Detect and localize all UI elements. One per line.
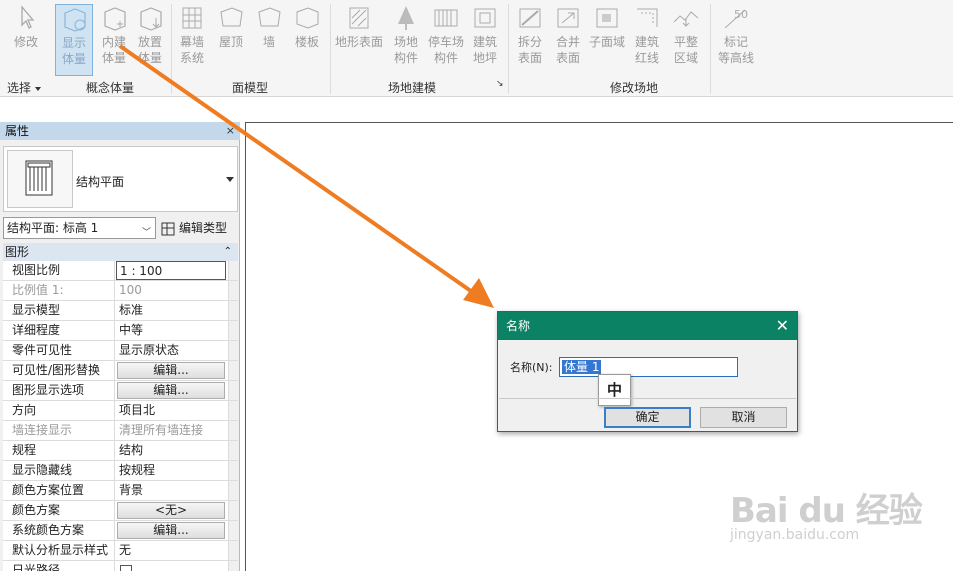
chevron-down-icon[interactable] (226, 177, 234, 182)
modify-button[interactable]: 修改 (4, 4, 48, 50)
ribbon-separator (710, 4, 711, 94)
site-component-button[interactable]: 场地 构件 (387, 4, 425, 66)
property-line-icon (637, 8, 658, 27)
table-row: 图形显示选项 编辑... (3, 381, 238, 401)
merge-surfaces-icon (557, 8, 579, 28)
table-row: 零件可见性 显示原状态 (3, 341, 238, 361)
name-dialog: 名称 ✕ 名称(N): 体量 1 中 确定 取消 (497, 311, 798, 432)
type-selector[interactable]: 结构平面 (3, 146, 238, 212)
property-line-button[interactable]: 建筑 红线 (628, 4, 666, 66)
system-color-scheme-edit-button[interactable]: 编辑... (117, 522, 225, 539)
graded-region-icon (673, 11, 699, 27)
name-input[interactable]: 体量 1 (559, 357, 738, 377)
baidu-watermark: Bai du 经验 jingyan.baidu.com (730, 483, 923, 543)
color-scheme-button[interactable]: <无> (117, 502, 225, 519)
inplace-mass-button[interactable]: 内建 体量 (95, 4, 133, 66)
vg-overrides-edit-button[interactable]: 编辑... (117, 362, 225, 379)
table-row: 颜色方案位置 背景 (3, 481, 238, 501)
table-row: 视图比例 1 : 100 (3, 261, 238, 281)
dialog-title: 名称 (506, 319, 531, 333)
dialog-title-bar: 名称 ✕ (498, 312, 797, 340)
properties-title-bar: 属性 × (0, 122, 240, 140)
wall-icon (258, 7, 281, 27)
dialog-divider (499, 398, 796, 399)
table-row: 比例值 1: 100 (3, 281, 238, 301)
merge-surfaces-button[interactable]: 合并 表面 (549, 4, 587, 66)
label-contours-icon: 50 (724, 8, 748, 29)
properties-table: 视图比例 1 : 100 比例值 1: 100 显示模型 标准 详细程度 中等 … (3, 261, 238, 571)
group-massing-site-label: 场地建模 (388, 81, 437, 95)
table-row: 详细程度 中等 (3, 321, 238, 341)
group-modify-site-label: 修改场地 (610, 81, 659, 95)
show-mass-icon (64, 8, 86, 32)
subregion-icon (596, 8, 618, 28)
split-surface-button[interactable]: 拆分 表面 (511, 4, 549, 66)
cursor-icon (21, 5, 35, 29)
close-icon[interactable]: ✕ (776, 312, 789, 340)
inplace-mass-icon (104, 7, 126, 31)
sun-path-checkbox[interactable] (120, 565, 132, 571)
view-instance-select[interactable]: 结构平面: 标高 1 ﹀ (3, 217, 156, 239)
table-row: 可见性/图形替换 编辑... (3, 361, 238, 381)
group-model-by-face-label: 面模型 (232, 81, 269, 95)
properties-title: 属性 (5, 124, 30, 138)
curtain-system-button[interactable]: 幕墙 系统 (173, 4, 211, 66)
roof-button[interactable]: 屋顶 (212, 4, 250, 50)
ime-indicator[interactable]: 中 (598, 374, 631, 406)
ribbon-separator (171, 4, 172, 94)
table-row: 日光路径 (3, 561, 238, 571)
structural-plan-icon (7, 150, 73, 208)
ribbon: 修改 显示 体量 内建 体量 放置 体量 幕墙 系统 屋顶 墙 楼板 地形表面 … (0, 0, 953, 97)
label-contours-button[interactable]: 50 标记 等高线 (714, 4, 758, 66)
group-select-label[interactable]: 选择 (7, 79, 42, 96)
place-mass-icon (140, 7, 162, 31)
curtain-system-icon (182, 7, 202, 29)
properties-panel: 属性 × 结构平面 结构平面: 标高 1 ﹀ 编辑类型 图形 ⌃ 视图比例 1 … (0, 122, 240, 571)
parking-icon (434, 9, 458, 27)
table-row: 系统颜色方案 编辑... (3, 521, 238, 541)
watermark-logo: Bai du 经验 (730, 491, 923, 531)
roof-icon (220, 7, 243, 27)
ribbon-separator (330, 4, 331, 94)
table-row: 默认分析显示样式 无 (3, 541, 238, 561)
ok-button[interactable]: 确定 (604, 407, 691, 428)
subregion-button[interactable]: 子面域 (587, 4, 627, 50)
name-label: 名称(N): (510, 361, 553, 374)
section-graphics-header[interactable]: 图形 ⌃ (3, 243, 238, 261)
floor-button[interactable]: 楼板 (288, 4, 326, 50)
graded-region-button[interactable]: 平整 区域 (667, 4, 705, 66)
parking-component-button[interactable]: 停车场 构件 (425, 4, 467, 66)
place-mass-button[interactable]: 放置 体量 (131, 4, 169, 66)
toposurface-icon (349, 7, 369, 29)
table-row: 颜色方案 <无> (3, 501, 238, 521)
table-row: 方向 项目北 (3, 401, 238, 421)
watermark-url: jingyan.baidu.com (730, 527, 860, 543)
edit-type-button[interactable]: 编辑类型 (160, 217, 227, 239)
split-surface-icon (519, 8, 541, 28)
show-mass-button[interactable]: 显示 体量 (55, 4, 93, 76)
wall-button[interactable]: 墙 (250, 4, 288, 50)
table-row: 规程 结构 (3, 441, 238, 461)
table-row: 显示隐藏线 按规程 (3, 461, 238, 481)
dialog-launcher-icon[interactable]: ↘ (496, 79, 504, 89)
table-row: 显示模型 标准 (3, 301, 238, 321)
floor-icon (296, 7, 319, 29)
svg-text:50: 50 (734, 8, 748, 21)
close-icon[interactable]: × (226, 122, 235, 140)
toposurface-button[interactable]: 地形表面 (333, 4, 385, 50)
group-conceptual-mass-label: 概念体量 (86, 81, 135, 95)
view-scale-input[interactable]: 1 : 100 (116, 261, 226, 280)
cancel-button[interactable]: 取消 (700, 407, 787, 428)
collapse-icon[interactable]: ⌃ (224, 243, 232, 261)
type-name: 结构平面 (76, 175, 125, 189)
building-pad-icon (474, 8, 496, 28)
ribbon-separator (508, 4, 509, 94)
chevron-down-icon: ﹀ (141, 228, 151, 238)
table-row: 墙连接显示 清理所有墙连接 (3, 421, 238, 441)
building-pad-button[interactable]: 建筑 地坪 (466, 4, 504, 66)
edit-type-icon (161, 222, 175, 235)
chevron-down-icon (35, 86, 42, 91)
graphic-display-edit-button[interactable]: 编辑... (117, 382, 225, 399)
tree-icon (398, 6, 414, 30)
